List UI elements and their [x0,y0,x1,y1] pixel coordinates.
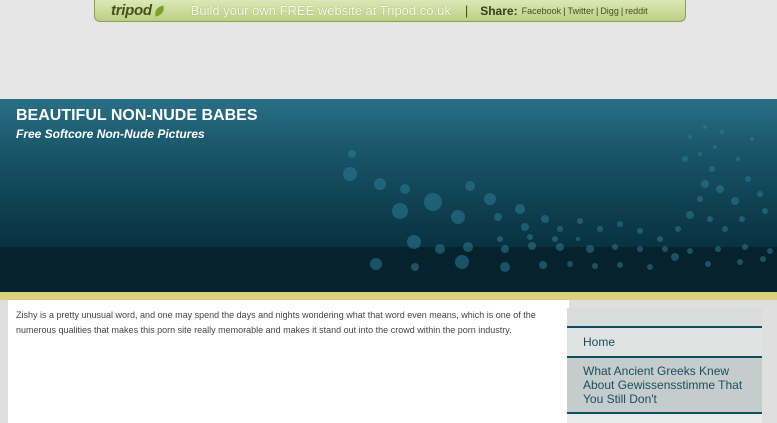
share-links: Facebook | Twitter | Digg | reddit [522,6,648,16]
pattern-dot [703,125,707,129]
pattern-dot [541,215,549,223]
share-label: Share: [480,3,518,18]
tripod-logo[interactable]: tripod [111,2,166,19]
pattern-dot [411,263,419,271]
tripod-toolbar: tripod Build your own FREE website at Tr… [94,0,686,22]
share-separator: | [595,5,599,16]
share-reddit-link[interactable]: reddit [625,6,648,16]
main-content: Zishy is a pretty unusual word, and one … [8,300,569,423]
sidebar: Home What Ancient Greeks Knew About Gewi… [567,308,762,423]
pattern-dot [451,210,465,224]
pattern-dot [731,197,739,205]
pattern-dot [370,258,382,270]
share-twitter-link[interactable]: Twitter [567,6,594,16]
pattern-dot [497,236,503,242]
toolbar-separator: | [464,3,469,18]
pattern-dot [742,244,748,250]
pattern-dot [637,228,643,234]
share-separator: | [563,5,566,16]
pattern-dot [407,235,421,249]
site-title: BEAUTIFUL NON-NUDE BABES [16,107,258,124]
pattern-dot [400,184,410,194]
pattern-dot [767,248,773,254]
pattern-dot [709,166,715,172]
pattern-dot [707,216,713,222]
pattern-dot [576,237,580,241]
pattern-dot [612,244,618,250]
pattern-dot [739,216,745,222]
pattern-dot [348,150,356,158]
share-digg-link[interactable]: Digg [600,6,619,16]
pattern-dot [617,262,623,268]
pattern-dot [515,204,525,214]
pattern-dot [567,261,573,267]
pattern-dot [424,193,442,211]
pattern-dot [617,221,623,227]
site-subtitle: Free Softcore Non-Nude Pictures [16,127,205,141]
pattern-dot [637,246,643,252]
pattern-dot [592,263,598,269]
pattern-dot [686,211,694,219]
pattern-dot [716,185,724,193]
pattern-dot [539,261,547,269]
pattern-dot [521,223,529,231]
pattern-dot [722,226,728,232]
tripod-promo-link[interactable]: Build your own FREE website at Tripod.co… [191,3,451,18]
pattern-dot [374,178,386,190]
pattern-dot [760,256,766,262]
pattern-dot [455,255,469,269]
pattern-dot [736,157,740,161]
pattern-dot [465,181,475,191]
pattern-dot [713,145,717,149]
sidebar-item-article[interactable]: What Ancient Greeks Knew About Gewissens… [567,358,762,414]
sidebar-header-strip [567,308,762,328]
pattern-dot [557,226,563,232]
pattern-dot [662,246,668,252]
pattern-dot [484,193,496,205]
pattern-dot [715,246,721,252]
pattern-dot [701,180,709,188]
pattern-dot [552,236,558,242]
accent-divider [0,292,777,300]
pattern-dot [657,236,663,242]
pattern-dot [597,226,603,232]
pattern-dot [577,218,583,224]
pattern-dot [687,248,693,254]
pattern-dot [675,226,681,232]
pattern-dot [500,262,510,272]
pattern-dot [528,242,536,250]
pattern-dot [762,208,768,214]
header-banner: BEAUTIFUL NON-NUDE BABES Free Softcore N… [0,99,777,292]
pattern-dot [343,167,357,181]
pattern-dot [392,203,408,219]
pattern-dot [682,156,688,162]
share-separator: | [620,5,624,16]
article-paragraph: Zishy is a pretty unusual word, and one … [16,310,536,335]
pattern-dot [750,137,754,141]
tripod-logo-text: tripod [111,2,152,19]
pattern-dot [527,234,533,240]
pattern-dot [586,245,594,253]
pattern-dot [435,244,445,254]
pattern-dot [705,261,711,267]
share-facebook-link[interactable]: Facebook [522,6,562,16]
leaf-icon [152,4,166,17]
pattern-dot [720,130,724,134]
pattern-dot [737,259,743,265]
pattern-dot [494,213,502,221]
pattern-dot [671,253,679,261]
pattern-dot [688,135,692,139]
pattern-dot [697,196,703,202]
pattern-dot [745,176,751,182]
sidebar-item-home[interactable]: Home [567,328,762,358]
pattern-dot [698,152,702,156]
pattern-dot [556,243,564,251]
pattern-dot [647,264,653,270]
pattern-dot [757,191,763,197]
pattern-dot [501,245,509,253]
pattern-dot [463,242,473,252]
